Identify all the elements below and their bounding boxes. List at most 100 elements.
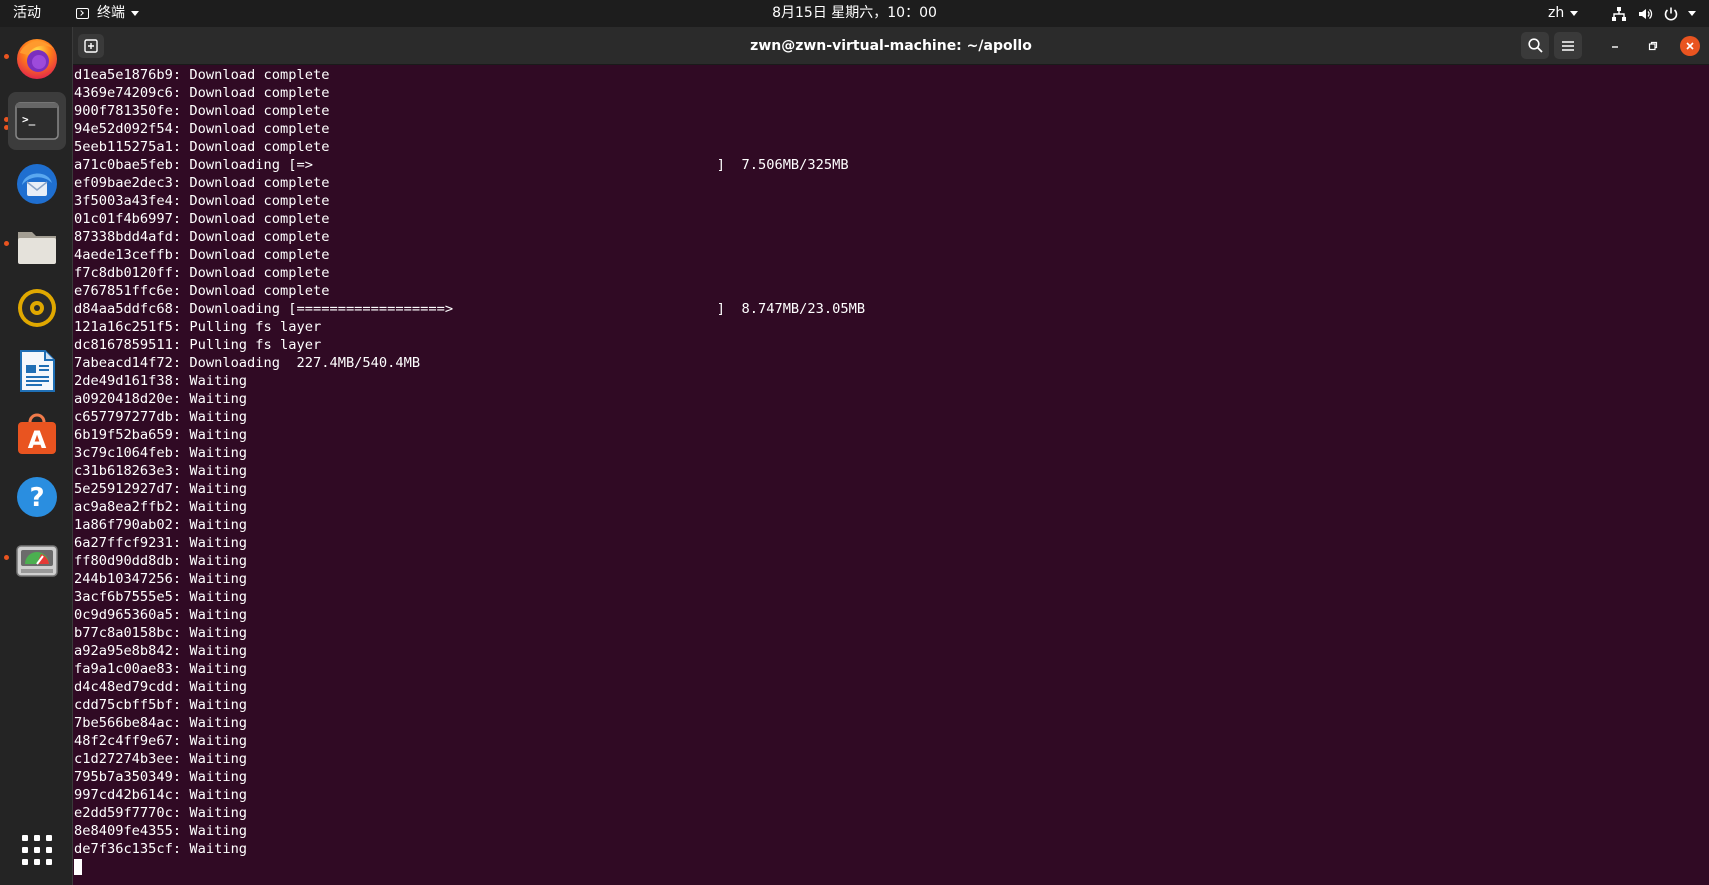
terminal-line: 01c01f4b6997: Download complete — [74, 211, 330, 227]
terminal-line: 121a16c251f5: Pulling fs layer — [74, 319, 322, 335]
dock-writer[interactable] — [8, 342, 66, 400]
svg-text:>_: >_ — [22, 113, 36, 126]
hamburger-menu-icon — [1562, 40, 1574, 51]
app-menu-label: 终端 — [97, 5, 125, 21]
dock-files[interactable] — [8, 217, 66, 275]
svg-text:A: A — [28, 426, 47, 454]
terminal-line: 4369e74209c6: Download complete — [74, 85, 330, 101]
dock-firefox[interactable] — [8, 29, 66, 87]
libreoffice-writer-icon — [20, 350, 55, 392]
terminal-line: a92a95e8b842: Waiting — [74, 643, 248, 659]
terminal-line: 94e52d092f54: Download complete — [74, 121, 330, 137]
terminal-line: 6a27ffcf9231: Waiting — [74, 535, 248, 551]
terminal-line: cdd75cbff5bf: Waiting — [74, 697, 248, 713]
new-tab-icon — [84, 39, 98, 53]
terminal-line: 244b10347256: Waiting — [74, 571, 248, 587]
dock-thunderbird[interactable] — [8, 155, 66, 213]
terminal-line: 3acf6b7555e5: Waiting — [74, 589, 248, 605]
disk-usage-icon — [16, 545, 58, 577]
input-method-label: zh — [1548, 5, 1565, 21]
window-title: zwn@zwn-virtual-machine: ~/apollo — [750, 38, 1032, 54]
thunderbird-icon — [17, 164, 57, 204]
terminal-line: d1ea5e1876b9: Download complete — [74, 67, 330, 83]
terminal-line: 997cd42b614c: Waiting — [74, 787, 248, 803]
terminal-line: 5eeb115275a1: Download complete — [74, 139, 330, 155]
terminal-line: c31b618263e3: Waiting — [74, 463, 248, 479]
dock-help[interactable]: ? — [8, 468, 66, 526]
close-button[interactable] — [1680, 36, 1700, 56]
minimize-button[interactable] — [1605, 36, 1625, 56]
terminal-line: 3c79c1064feb: Waiting — [74, 445, 248, 461]
dock-software[interactable]: A — [8, 405, 66, 463]
minimize-icon — [1612, 46, 1618, 48]
volume-icon — [1636, 5, 1653, 22]
show-applications-button[interactable] — [8, 821, 66, 879]
search-button[interactable] — [1521, 32, 1549, 59]
firefox-icon — [17, 39, 57, 79]
terminal-line: 3f5003a43fe4: Download complete — [74, 193, 330, 209]
search-icon — [1527, 38, 1543, 53]
rhythmbox-icon — [18, 289, 56, 327]
terminal-line: c657797277db: Waiting — [74, 409, 248, 425]
terminal-app-icon — [76, 8, 89, 19]
system-menu[interactable] — [1610, 0, 1696, 27]
show-applications-icon — [22, 835, 52, 865]
terminal-window: zwn@zwn-virtual-machine: ~/apollo d1ea5e… — [73, 27, 1709, 885]
dock: >_ A ? — [0, 27, 73, 885]
terminal-line: 2de49d161f38: Waiting — [74, 373, 248, 389]
terminal-line: 8e8409fe4355: Waiting — [74, 823, 248, 839]
terminal-line: d84aa5ddfc68: Downloading [=============… — [74, 301, 866, 317]
terminal-line: 5e25912927d7: Waiting — [74, 481, 248, 497]
terminal-line: dc8167859511: Pulling fs layer — [74, 337, 322, 353]
power-icon — [1662, 5, 1679, 22]
network-icon — [1610, 5, 1627, 22]
clock[interactable]: 8月15日 星期六，10：00 — [0, 0, 1709, 27]
terminal-line: 795b7a350349: Waiting — [74, 769, 248, 785]
top-bar: 活动 终端 8月15日 星期六，10：00 zh — [0, 0, 1709, 27]
terminal-line: a71c0bae5feb: Downloading [=> ] 7.506MB/… — [74, 157, 849, 173]
restore-icon — [1648, 41, 1658, 51]
text-cursor — [74, 859, 82, 875]
chevron-down-icon — [131, 11, 139, 16]
dock-terminal[interactable]: >_ — [8, 92, 66, 150]
terminal-line: fa9a1c00ae83: Waiting — [74, 661, 248, 677]
terminal-line: 48f2c4ff9e67: Waiting — [74, 733, 248, 749]
terminal-line: ac9a8ea2ffb2: Waiting — [74, 499, 248, 515]
help-icon: ? — [17, 477, 57, 517]
chevron-down-icon — [1570, 10, 1579, 16]
activities-button[interactable]: 活动 — [13, 0, 41, 27]
terminal-line: 7be566be84ac: Waiting — [74, 715, 248, 731]
terminal-line: b77c8a0158bc: Waiting — [74, 625, 248, 641]
terminal-line: 1a86f790ab02: Waiting — [74, 517, 248, 533]
menu-button[interactable] — [1554, 32, 1582, 59]
terminal-line: 900f781350fe: Download complete — [74, 103, 330, 119]
svg-text:?: ? — [29, 483, 44, 513]
window-headerbar[interactable]: zwn@zwn-virtual-machine: ~/apollo — [73, 27, 1709, 65]
close-icon — [1686, 42, 1694, 50]
new-tab-button[interactable] — [78, 34, 104, 58]
terminal-line: ff80d90dd8db: Waiting — [74, 553, 248, 569]
terminal-line: 6b19f52ba659: Waiting — [74, 427, 248, 443]
terminal-line: 7abeacd14f72: Downloading 227.4MB/540.4M… — [74, 355, 421, 371]
terminal-line: e767851ffc6e: Download complete — [74, 283, 330, 299]
dock-disk-usage[interactable] — [8, 531, 66, 589]
terminal-output[interactable]: d1ea5e1876b9: Download complete 4369e7420… — [74, 66, 1704, 876]
prompt-line[interactable] — [74, 858, 1704, 876]
chevron-down-icon — [1688, 11, 1696, 16]
terminal-line: 87338bdd4afd: Download complete — [74, 229, 330, 245]
files-icon — [18, 232, 56, 264]
terminal-line: c1d27274b3ee: Waiting — [74, 751, 248, 767]
dock-rhythmbox[interactable] — [8, 279, 66, 337]
terminal-icon: >_ — [15, 102, 59, 140]
terminal-line: d4c48ed79cdd: Waiting — [74, 679, 248, 695]
terminal-line: 4aede13ceffb: Download complete — [74, 247, 330, 263]
input-method-menu[interactable]: zh — [1548, 0, 1579, 27]
terminal-line: e2dd59f7770c: Waiting — [74, 805, 248, 821]
terminal-line: ef09bae2dec3: Download complete — [74, 175, 330, 191]
maximize-button[interactable] — [1643, 36, 1663, 56]
terminal-line: 0c9d965360a5: Waiting — [74, 607, 248, 623]
terminal-line: a0920418d20e: Waiting — [74, 391, 248, 407]
app-menu[interactable]: 终端 — [76, 0, 139, 27]
terminal-line: de7f36c135cf: Waiting — [74, 841, 248, 857]
terminal-line: f7c8db0120ff: Download complete — [74, 265, 330, 281]
